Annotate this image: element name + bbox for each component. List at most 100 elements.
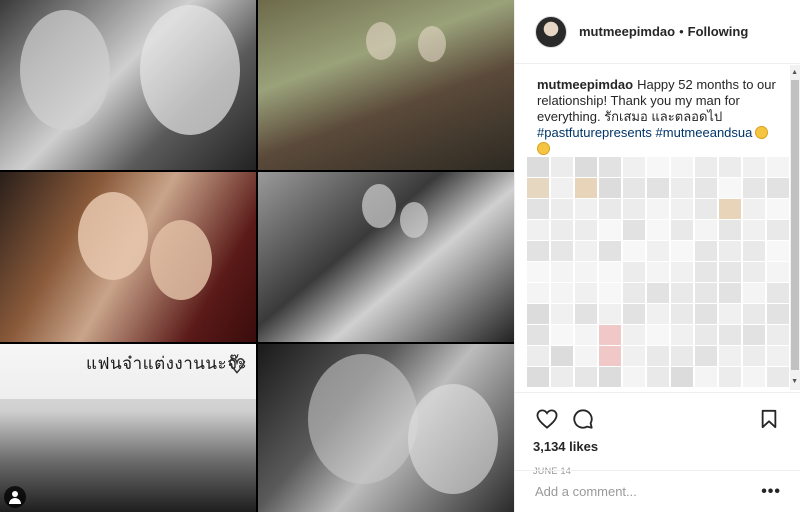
pixelated-block: [575, 157, 597, 177]
action-icons-row: [533, 401, 783, 437]
caption-username[interactable]: mutmeepimdao: [537, 77, 633, 92]
add-comment-bar: •••: [515, 470, 800, 512]
post-actions: 3,134 likes JUNE 14: [515, 392, 800, 476]
pixelated-block: [695, 178, 717, 198]
photo-tile-4: [258, 172, 514, 342]
avatar[interactable]: [535, 15, 567, 48]
person-face: [400, 202, 428, 238]
pixelated-block: [743, 220, 765, 240]
pixelated-block: [695, 241, 717, 261]
pixelated-block: [575, 346, 597, 366]
caption: mutmeepimdao Happy 52 months to our relat…: [515, 65, 800, 157]
person-face: [418, 26, 446, 62]
pixelated-block: [719, 367, 741, 387]
pixelated-block: [743, 178, 765, 198]
bookmark-icon[interactable]: [755, 405, 783, 433]
photo-collage[interactable]: แฟนจ๋าแต่งงานนะจ๊ะ ♡: [0, 0, 514, 512]
pixelated-block: [551, 220, 573, 240]
pixelated-block: [695, 346, 717, 366]
pixelated-block: [599, 220, 621, 240]
more-options-icon[interactable]: •••: [761, 483, 781, 501]
pixelated-block: [767, 220, 789, 240]
pixelated-block: [527, 262, 549, 282]
person-face: [362, 184, 396, 228]
pixelated-block: [743, 283, 765, 303]
heart-icon[interactable]: [533, 405, 561, 433]
comment-input[interactable]: [535, 484, 762, 499]
pixelated-block: [599, 325, 621, 345]
pixelated-block: [695, 157, 717, 177]
pixelated-block: [719, 304, 741, 324]
pixelated-block: [767, 346, 789, 366]
pixelated-block: [719, 220, 741, 240]
pixelated-block: [527, 304, 549, 324]
pixelated-block: [719, 199, 741, 219]
pixelated-block: [599, 241, 621, 261]
pixelated-block: [575, 178, 597, 198]
pixelated-block: [599, 178, 621, 198]
pixelated-block: [767, 325, 789, 345]
pixelated-block: [743, 241, 765, 261]
smiling-face-icon: [755, 126, 769, 139]
scroll-up-arrow-icon[interactable]: ▲: [791, 69, 798, 76]
pixelated-block: [623, 220, 645, 240]
pixelated-block: [719, 346, 741, 366]
pixelated-block: [623, 367, 645, 387]
hashtag-link[interactable]: #mutmeeandsua: [656, 125, 753, 140]
scrollbar-thumb[interactable]: [791, 80, 799, 370]
scroll-down-arrow-icon[interactable]: ▼: [791, 378, 798, 385]
pixelated-block: [671, 157, 693, 177]
pixelated-block: [551, 325, 573, 345]
pixelated-block: [647, 241, 669, 261]
pixelated-block: [671, 241, 693, 261]
person-face: [366, 22, 396, 60]
pixelated-block: [647, 283, 669, 303]
pixelated-block: [767, 262, 789, 282]
pixelated-block: [647, 178, 669, 198]
pixelated-block: [719, 283, 741, 303]
pixelated-block: [743, 304, 765, 324]
pixelated-block: [575, 283, 597, 303]
user-tag-icon[interactable]: [4, 486, 26, 508]
pixelated-block: [623, 325, 645, 345]
pixelated-block: [527, 157, 549, 177]
pixelated-block: [575, 241, 597, 261]
pixelated-block: [623, 346, 645, 366]
pixelated-block: [575, 262, 597, 282]
person-face: [20, 10, 110, 130]
pixelated-block: [623, 178, 645, 198]
pixelated-block: [695, 262, 717, 282]
pixelated-block: [647, 367, 669, 387]
comment-bubble-icon[interactable]: [569, 405, 597, 433]
likes-count[interactable]: 3,134 likes: [533, 439, 783, 454]
hashtag-link[interactable]: #pastfuturepresents: [537, 125, 652, 140]
pixelated-block: [671, 304, 693, 324]
pixelated-block: [695, 199, 717, 219]
pixelated-block: [599, 262, 621, 282]
smiling-face-icon: [537, 142, 550, 155]
post-panel: mutmeepimdao • Following mutmeepimdao Hap…: [514, 0, 800, 512]
pixelated-block: [671, 325, 693, 345]
pixelated-block: [743, 346, 765, 366]
pixelated-block: [551, 241, 573, 261]
header-username[interactable]: mutmeepimdao: [579, 24, 675, 39]
pixelated-block: [695, 367, 717, 387]
pixelated-block: [743, 199, 765, 219]
pixelated-block: [527, 283, 549, 303]
photo-tile-3: [0, 172, 256, 342]
pixelated-block: [719, 241, 741, 261]
pixelated-block: [527, 325, 549, 345]
pixelated-block: [671, 262, 693, 282]
pixelated-block: [767, 241, 789, 261]
pixelated-block: [527, 199, 549, 219]
following-button[interactable]: Following: [688, 24, 749, 39]
pixelated-block: [743, 262, 765, 282]
pixelated-block: [551, 178, 573, 198]
pixelated-block: [743, 157, 765, 177]
person-face: [78, 192, 148, 280]
pixelated-block: [719, 325, 741, 345]
pixelated-block: [743, 367, 765, 387]
pixelated-block: [695, 220, 717, 240]
pixelated-block: [599, 283, 621, 303]
photo-tile-2: [258, 0, 514, 170]
